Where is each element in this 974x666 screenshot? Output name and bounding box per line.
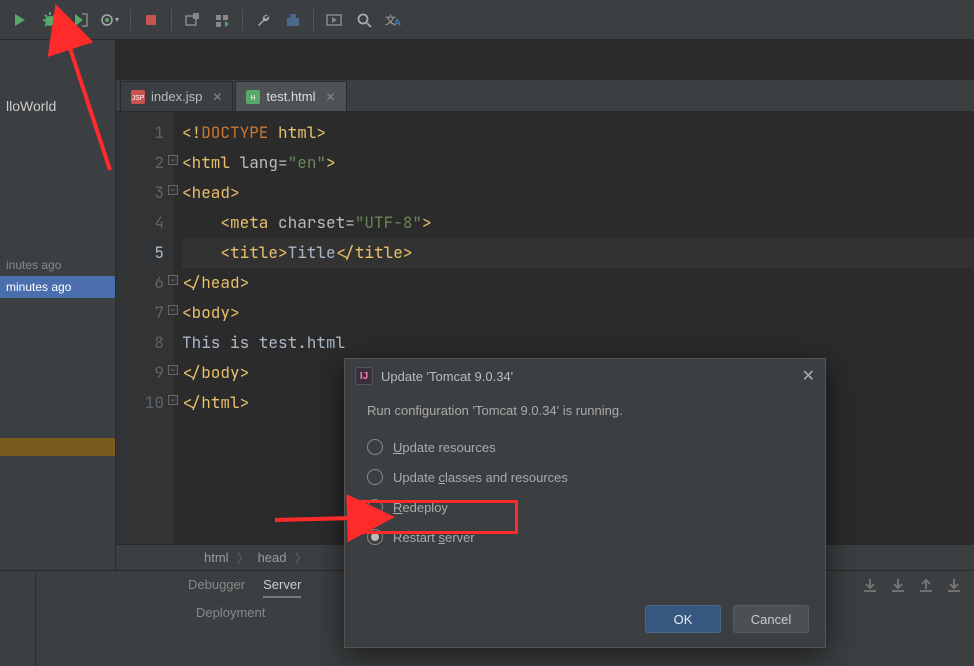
tab-label: index.jsp [151,89,202,104]
dialog-message: Run configuration 'Tomcat 9.0.34' is run… [367,403,803,418]
radio-icon[interactable] [367,499,383,515]
breadcrumb-separator: 〉 [237,548,250,567]
build-icon[interactable] [279,6,307,34]
line-number: 6 [116,268,164,298]
ok-button[interactable]: OK [645,605,721,633]
bottom-tabs: Debugger Server [188,577,301,598]
tab-label: test.html [266,89,315,104]
download-icon[interactable] [862,577,878,596]
fold-icon[interactable]: − [168,155,178,165]
radio-icon[interactable] [367,439,383,455]
close-icon[interactable]: ✕ [802,366,815,386]
close-tab-icon[interactable]: ✕ [326,90,336,104]
toolbar-separator [242,9,243,31]
code-line[interactable]: −<head> [182,178,974,208]
main-toolbar: 文A [0,0,974,40]
editor-tab-test-html[interactable]: Htest.html ✕ [235,81,346,111]
download-icon[interactable] [946,577,962,596]
toolbar-separator [313,9,314,31]
editor-gutter: 12345678910 [116,112,174,544]
radio-icon[interactable] [367,469,383,485]
fold-icon[interactable]: − [168,185,178,195]
update-dialog: IJ Update 'Tomcat 9.0.34' ✕ Run configur… [344,358,826,648]
deployment-label[interactable]: Deployment [196,605,265,620]
breadcrumb-separator: 〉 [295,548,308,567]
translate-icon[interactable]: 文A [380,6,408,34]
line-number: 5 [116,238,164,268]
wrench-icon[interactable] [249,6,277,34]
code-line[interactable]: −<html lang="en"> [182,148,974,178]
history-item: inutes ago [0,254,115,276]
radio-update-classes-and-resources[interactable]: Update classes and resources [367,462,803,492]
upload-icon[interactable] [918,577,934,596]
debug-icon[interactable] [36,6,64,34]
history-item-selected: minutes ago [0,276,115,298]
dialog-title: Update 'Tomcat 9.0.34' [381,369,513,384]
project-name[interactable]: lloWorld [0,88,115,124]
bottom-icon-row [862,577,962,596]
line-number: 4 [116,208,164,238]
radio-update-resources[interactable]: Update resources [367,432,803,462]
radio-label: Update resources [393,440,496,455]
toolbar-separator [130,9,131,31]
cancel-button[interactable]: Cancel [733,605,809,633]
jsp-file-icon: JSP [131,90,145,104]
editor-tabbar: JSP index.jsp ✕ Htest.html ✕ [116,80,974,112]
radio-label: Redeploy [393,500,448,515]
line-number: 10 [116,388,164,418]
svg-text:A: A [394,18,401,28]
bottom-tab-server[interactable]: Server [263,577,301,598]
run-target-icon[interactable] [320,6,348,34]
code-line[interactable]: −</head> [182,268,974,298]
code-line[interactable]: <title>Title</title> [182,238,974,268]
code-line[interactable]: <!DOCTYPE html> [182,118,974,148]
code-line[interactable]: −<body> [182,298,974,328]
coverage-icon[interactable] [66,6,94,34]
svg-text:H: H [251,95,256,102]
vcs-highlight-band [0,438,115,456]
profile-dropdown-icon[interactable] [96,6,124,34]
line-number: 3 [116,178,164,208]
bottom-tab-debugger[interactable]: Debugger [188,577,245,598]
fold-icon[interactable]: − [168,365,178,375]
html-file-icon: H [246,90,260,104]
line-number: 7 [116,298,164,328]
code-line[interactable]: This is test.html [182,328,974,358]
radio-icon[interactable] [367,529,383,545]
services-icon[interactable] [208,6,236,34]
bottom-tool-strip [0,571,36,666]
breadcrumb-item[interactable]: html [204,550,229,565]
radio-restart-server[interactable]: Restart server [367,522,803,552]
svg-text:JSP: JSP [132,95,145,102]
attach-icon[interactable] [178,6,206,34]
breadcrumb-item[interactable]: head [258,550,287,565]
intellij-icon: IJ [355,367,373,385]
line-number: 2 [116,148,164,178]
fold-icon[interactable]: − [168,275,178,285]
code-line[interactable]: <meta charset="UTF-8"> [182,208,974,238]
download-icon[interactable] [890,577,906,596]
close-tab-icon[interactable]: ✕ [212,90,222,104]
radio-label: Restart server [393,530,475,545]
fold-icon[interactable]: − [168,395,178,405]
line-number: 1 [116,118,164,148]
editor-tab-index-jsp[interactable]: JSP index.jsp ✕ [120,81,233,111]
line-number: 9 [116,358,164,388]
line-number: 8 [116,328,164,358]
fold-icon[interactable]: − [168,305,178,315]
radio-redeploy[interactable]: Redeploy [367,492,803,522]
run-icon[interactable] [6,6,34,34]
dialog-titlebar[interactable]: IJ Update 'Tomcat 9.0.34' ✕ [345,359,825,393]
stop-icon[interactable] [137,6,165,34]
search-icon[interactable] [350,6,378,34]
toolbar-separator [171,9,172,31]
radio-label: Update classes and resources [393,470,568,485]
